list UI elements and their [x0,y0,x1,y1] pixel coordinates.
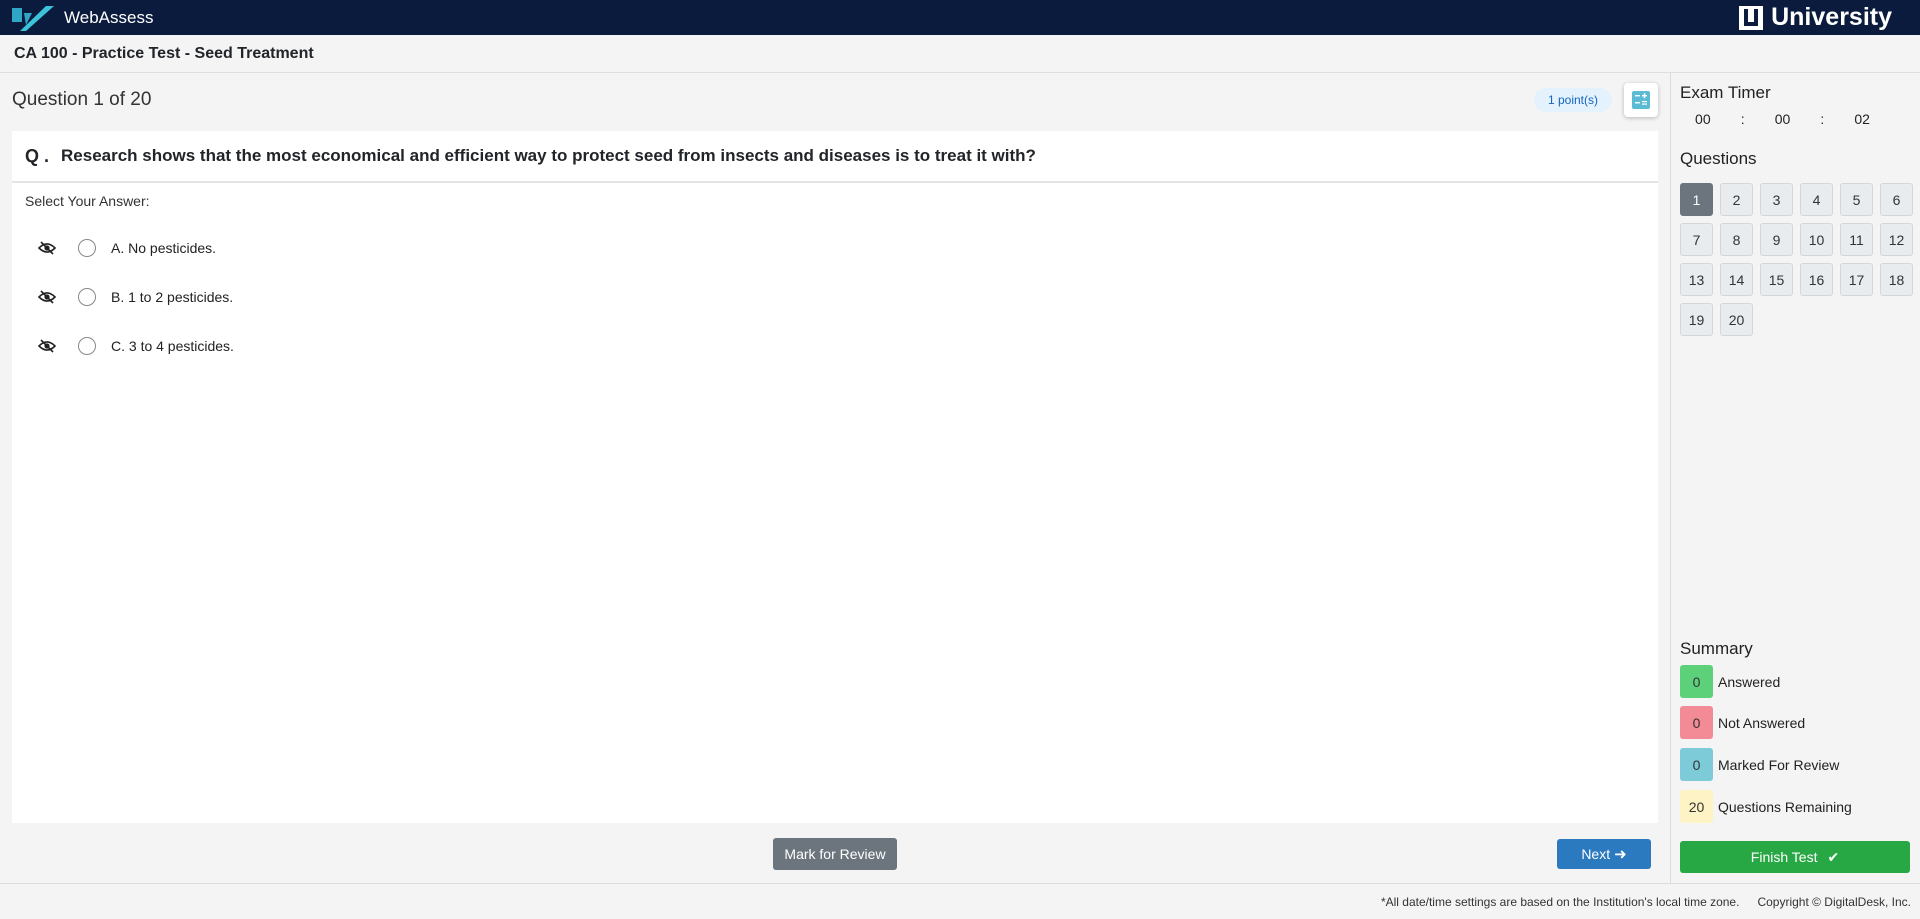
eye-slash-icon[interactable] [38,241,56,255]
summary-marked-for-review: 0 Marked For Review [1680,748,1839,781]
summary-questions-remaining: 20 Questions Remaining [1680,790,1852,823]
brand: WebAssess [12,5,153,31]
question-text-row: Q . Research shows that the most economi… [12,131,1658,183]
answer-option-text[interactable]: A. No pesticides. [111,240,216,256]
answer-option[interactable]: C. 3 to 4 pesticides. [38,334,234,358]
question-nav-button[interactable]: 7 [1680,223,1713,256]
exam-sidebar: Exam Timer 00 : 00 : 02 Questions 1 2 3 … [1670,73,1920,883]
timezone-note: *All date/time settings are based on the… [1380,894,1740,909]
exam-timer: 00 : 00 : 02 [1680,111,1885,127]
course-title: CA 100 - Practice Test - Seed Treatment [14,44,314,62]
answer-radio[interactable] [78,239,96,257]
question-nav-button[interactable]: 5 [1840,183,1873,216]
timer-hours: 00 [1695,111,1711,127]
question-nav-button[interactable]: 10 [1800,223,1833,256]
university-logo: University [1738,3,1908,32]
question-nav-button[interactable]: 2 [1720,183,1753,216]
points-badge: 1 point(s) [1533,88,1612,112]
timer-separator: : [1740,111,1745,127]
answer-option-text[interactable]: C. 3 to 4 pesticides. [111,338,234,354]
question-nav-button[interactable]: 11 [1840,223,1873,256]
summary-label: Not Answered [1718,714,1806,731]
top-bar: WebAssess University [0,0,1920,35]
summary-label: Marked For Review [1718,756,1840,773]
timer-seconds: 02 [1854,111,1870,127]
summary-label: Answered [1718,673,1781,690]
exam-timer-title: Exam Timer [1680,83,1771,102]
question-nav-button[interactable]: 6 [1880,183,1913,216]
question-label: Q . [25,145,50,166]
next-button[interactable]: Next ➜ [1557,839,1651,869]
checkmark-icon: ✔ [1827,848,1840,865]
question-nav-button[interactable]: 17 [1840,263,1873,296]
question-nav-button[interactable]: 12 [1880,223,1913,256]
university-name: University [1771,3,1892,31]
summary-count-badge: 0 [1680,665,1713,698]
question-nav-button[interactable]: 9 [1760,223,1793,256]
question-header: Question 1 of 20 1 point(s) [12,83,1658,117]
mark-for-review-button[interactable]: Mark for Review [773,838,897,870]
question-nav-button[interactable]: 14 [1720,263,1753,296]
course-bar: CA 100 - Practice Test - Seed Treatment [0,35,1920,73]
timer-minutes: 00 [1774,111,1791,127]
summary-answered: 0 Answered [1680,665,1780,698]
copyright: Copyright © DigitalDesk, Inc. [1757,894,1911,909]
eye-slash-icon[interactable] [38,290,56,304]
answer-option[interactable]: A. No pesticides. [38,236,216,260]
question-nav-button[interactable]: 4 [1800,183,1833,216]
timer-separator: : [1820,111,1825,127]
next-button-label: Next [1581,846,1611,862]
question-area: Question 1 of 20 1 point(s) Q . Research… [0,73,1670,883]
answer-radio[interactable] [78,337,96,355]
summary-count-badge: 20 [1680,790,1713,823]
answer-option-text[interactable]: B. 1 to 2 pesticides. [111,289,233,305]
arrow-right-icon: ➜ [1614,846,1627,863]
question-nav-button[interactable]: 15 [1760,263,1793,296]
webassess-logo-icon [12,5,54,31]
question-nav-button[interactable]: 13 [1680,263,1713,296]
question-nav-button[interactable]: 8 [1720,223,1753,256]
finish-test-button[interactable]: Finish Test ✔ [1680,841,1910,873]
question-text: Research shows that the most economical … [61,146,1036,165]
question-nav-button[interactable]: 16 [1800,263,1833,296]
answer-option[interactable]: B. 1 to 2 pesticides. [38,285,233,309]
question-header-tools: 1 point(s) [1533,83,1658,117]
select-answer-label: Select Your Answer: [25,193,150,209]
question-counter: Question 1 of 20 [12,89,152,110]
question-nav-button[interactable]: 19 [1680,303,1713,336]
questions-title: Questions [1680,149,1757,168]
question-nav-button[interactable]: 3 [1760,183,1793,216]
finish-test-label: Finish Test [1750,849,1818,865]
question-navigator: 1 2 3 4 5 6 7 8 9 10 11 12 13 14 15 16 1… [1680,183,1913,336]
brand-name: WebAssess [64,7,154,27]
summary-count-badge: 0 [1680,748,1713,781]
summary-not-answered: 0 Not Answered [1680,706,1805,739]
eye-slash-icon[interactable] [38,339,56,353]
summary-label: Questions Remaining [1718,798,1852,815]
question-nav-button[interactable]: 20 [1720,303,1753,336]
answer-radio[interactable] [78,288,96,306]
footer: *All date/time settings are based on the… [0,883,1920,919]
question-nav-button[interactable]: 1 [1680,183,1713,216]
question-nav-button[interactable]: 18 [1880,263,1913,296]
university-shield-icon [1739,5,1764,30]
calculator-icon [1632,91,1650,109]
summary-count-badge: 0 [1680,706,1713,739]
calculator-button[interactable] [1624,83,1658,117]
summary-title: Summary [1680,639,1753,658]
question-card: Q . Research shows that the most economi… [12,131,1658,823]
